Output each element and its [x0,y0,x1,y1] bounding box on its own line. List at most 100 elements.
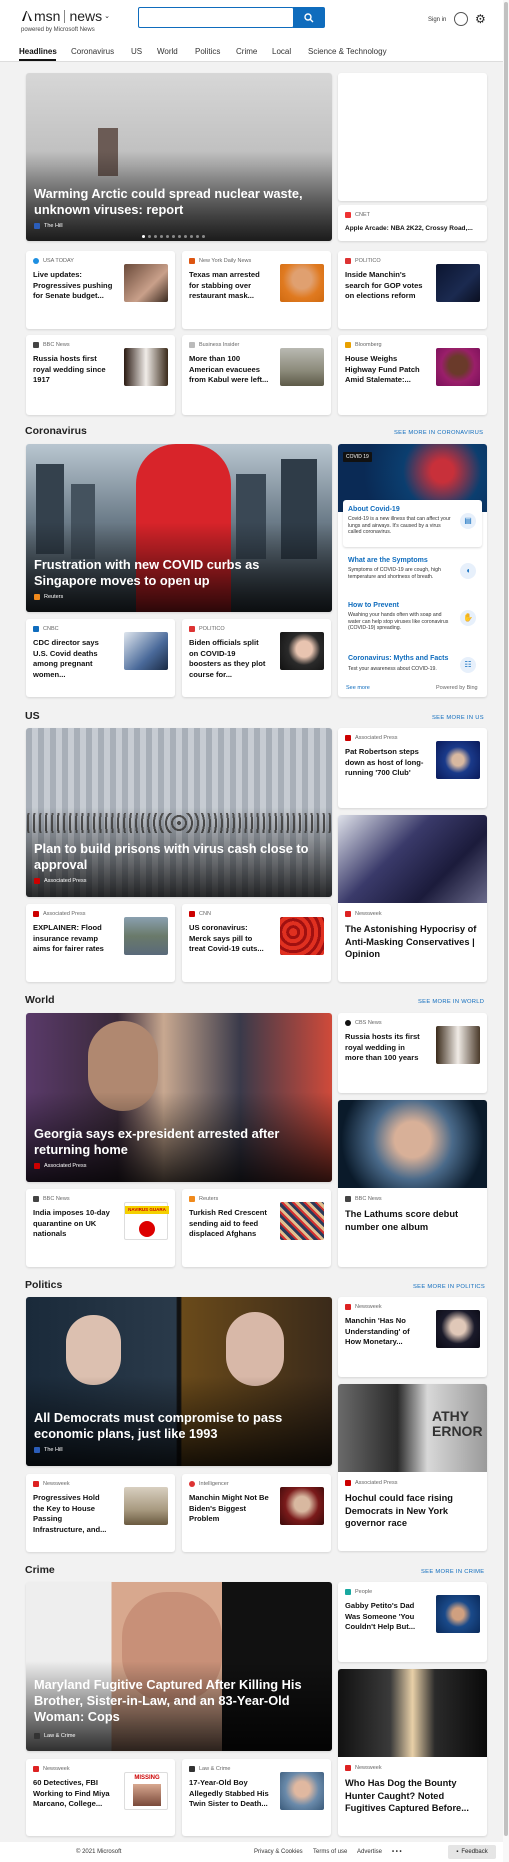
coronavirus-hero-card[interactable]: Frustration with new COVID curbs as Sing… [26,444,332,612]
news-card[interactable]: Newsweek 60 Detectives, FBI Working to F… [26,1759,175,1836]
brand-msn: msn [34,8,61,24]
info-title: Coronavirus: Myths and Facts [348,655,449,662]
thumbnail-sign-text: NAVIRUS GUARA [125,1206,169,1214]
crime-hero-card[interactable]: Maryland Fugitive Captured After Killing… [26,1582,332,1751]
powered-by: powered by Microsoft News [21,27,95,33]
news-card[interactable]: Law & Crime 17-Year-Old Boy Allegedly St… [182,1759,331,1836]
feedback-icon: ▪ [456,1849,459,1855]
news-card[interactable]: POLITICO Inside Manchin's search for GOP… [338,251,487,329]
news-card[interactable]: CNN US coronavirus: Merck says pill to t… [182,904,331,982]
news-card[interactable]: New York Daily News Texas man arrested f… [182,251,331,329]
card-thumbnail [436,264,480,302]
news-card[interactable]: CNBC CDC director says U.S. Covid deaths… [26,619,175,697]
hero-title: All Democrats must compromise to pass ec… [34,1410,283,1441]
see-more-us[interactable]: SEE MORE IN US [432,715,484,721]
tab-science-technology[interactable]: Science & Technology [308,47,387,56]
tab-crime[interactable]: Crime [236,47,257,56]
us-side-card[interactable]: Newsweek The Astonishing Hypocrisy of An… [338,815,487,982]
feedback-label: Feedback [461,1849,488,1855]
card-title: Texas man arrested for stabbing over res… [189,270,260,301]
news-card[interactable]: Intelligencer Manchin Might Not Be Biden… [182,1474,331,1552]
card-thumbnail [280,348,324,386]
search-button[interactable] [293,7,325,28]
carousel-dots[interactable] [142,235,205,238]
see-more-coronavirus[interactable]: SEE MORE IN CORONAVIRUS [394,430,483,436]
scrollbar[interactable] [503,0,509,1862]
covid-info-item[interactable]: What are the Symptoms Symptoms of COVID-… [343,551,482,595]
footer-link-advertise[interactable]: Advertise [357,1849,382,1855]
card-photo: ATHY ERNOR [338,1384,487,1472]
covid-see-more-link[interactable]: See more [346,685,370,691]
news-card[interactable]: Bloomberg House Weighs Highway Fund Patc… [338,335,487,415]
source-logo-icon [189,1481,195,1487]
card-title: More than 100 American evacuees from Kab… [189,354,269,385]
news-card[interactable]: Associated Press EXPLAINER: Flood insura… [26,904,175,982]
photo-sign-text: ATHY ERNOR [432,1409,483,1439]
world-hero-card[interactable]: Georgia says ex-president arrested after… [26,1013,332,1182]
politics-hero-card[interactable]: All Democrats must compromise to pass ec… [26,1297,332,1466]
card-source: Associated Press [345,735,398,741]
card-source: Newsweek [345,1765,382,1771]
news-card[interactable]: BBC News India imposes 10-day quarantine… [26,1189,175,1267]
tab-politics[interactable]: Politics [195,47,220,56]
source-logo-icon [345,1020,351,1026]
source-logo-icon [34,878,40,884]
source-logo-icon [189,911,195,917]
card-photo [338,1669,487,1757]
tab-headlines[interactable]: Headlines [19,47,57,56]
card-title: India imposes 10-day quarantine on UK na… [33,1208,110,1239]
see-more-politics[interactable]: SEE MORE IN POLITICS [413,1284,485,1290]
scrollbar-thumb[interactable] [504,2,508,1836]
world-side-card[interactable]: BBC News The Lathums score debut number … [338,1100,487,1267]
hero-source: The Hill [34,1447,63,1453]
covid-info-item[interactable]: About Covid-19 Covid-19 is a new illness… [343,500,482,547]
covid-info-panel: COVID 19 About Covid-19 Covid-19 is a ne… [338,444,487,697]
tab-us[interactable]: US [131,47,142,56]
card-title: Progressives Hold the Key to House Passi… [33,1493,107,1534]
tab-world[interactable]: World [157,47,178,56]
footer-link-privacy[interactable]: Privacy & Cookies [254,1849,303,1855]
covid-info-item[interactable]: Coronavirus: Myths and Facts Test your a… [343,650,482,680]
politics-side-card[interactable]: ATHY ERNOR Associated Press Hochul could… [338,1384,487,1551]
card-thumbnail [280,1772,324,1810]
tab-coronavirus[interactable]: Coronavirus [71,47,114,56]
msn-logo[interactable]: msn news ⌄ [21,8,110,24]
news-card[interactable]: Newsweek Manchin 'Has No Understanding' … [338,1297,487,1377]
card-title: Turkish Red Crescent sending aid to feed… [189,1208,267,1239]
active-tab-indicator [19,59,56,61]
crime-side-card[interactable]: Newsweek Who Has Dog the Bounty Hunter C… [338,1669,487,1836]
covid-info-item[interactable]: How to Prevent Washing your hands often … [343,596,482,646]
footer-link-terms[interactable]: Terms of use [313,1849,347,1855]
avatar-icon[interactable] [454,12,468,26]
news-card[interactable]: People Gabby Petito's Dad Was Someone 'Y… [338,1582,487,1662]
top-side-card[interactable]: CNET Apple Arcade: NBA 2K22, Crossy Road… [338,205,487,241]
tab-local[interactable]: Local [272,47,291,56]
card-thumbnail: NAVIRUS GUARA [124,1202,169,1240]
card-title: Apple Arcade: NBA 2K22, Crossy Road,... [345,225,473,232]
us-hero-card[interactable]: Plan to build prisons with virus cash cl… [26,728,332,897]
top-hero-card[interactable]: Warming Arctic could spread nuclear wast… [26,73,332,241]
gear-icon[interactable]: ⚙ [475,12,486,26]
news-card[interactable]: Associated Press Pat Robertson steps dow… [338,728,487,808]
card-title: EXPLAINER: Flood insurance revamp aims f… [33,923,104,954]
see-more-crime[interactable]: SEE MORE IN CRIME [421,1569,484,1575]
card-source: Bloomberg [345,342,382,348]
more-options-icon[interactable]: • • • [392,1849,402,1855]
person-image [226,1312,284,1386]
news-card[interactable]: Newsweek Progressives Hold the Key to Ho… [26,1474,175,1552]
source-logo-icon [345,212,351,218]
news-card[interactable]: USA TODAY Live updates: Progressives pus… [26,251,175,329]
feedback-button[interactable]: ▪ Feedback [448,1845,496,1859]
sign-in-link[interactable]: Sign in [428,17,446,23]
search-input[interactable] [138,7,294,28]
news-card[interactable]: POLITICO Biden officials split on COVID-… [182,619,331,697]
card-title: Live updates: Progressives pushing for S… [33,270,113,301]
news-card[interactable]: Reuters Turkish Red Crescent sending aid… [182,1189,331,1267]
see-more-world[interactable]: SEE MORE IN WORLD [418,999,484,1005]
card-title: Hochul could face rising Democrats in Ne… [345,1493,453,1528]
card-thumbnail [436,1310,480,1348]
news-card[interactable]: CBS News Russia hosts its first royal we… [338,1013,487,1093]
news-card[interactable]: Business Insider More than 100 American … [182,335,331,415]
news-card[interactable]: BBC News Russia hosts first royal weddin… [26,335,175,415]
source-logo-icon [34,1733,40,1739]
